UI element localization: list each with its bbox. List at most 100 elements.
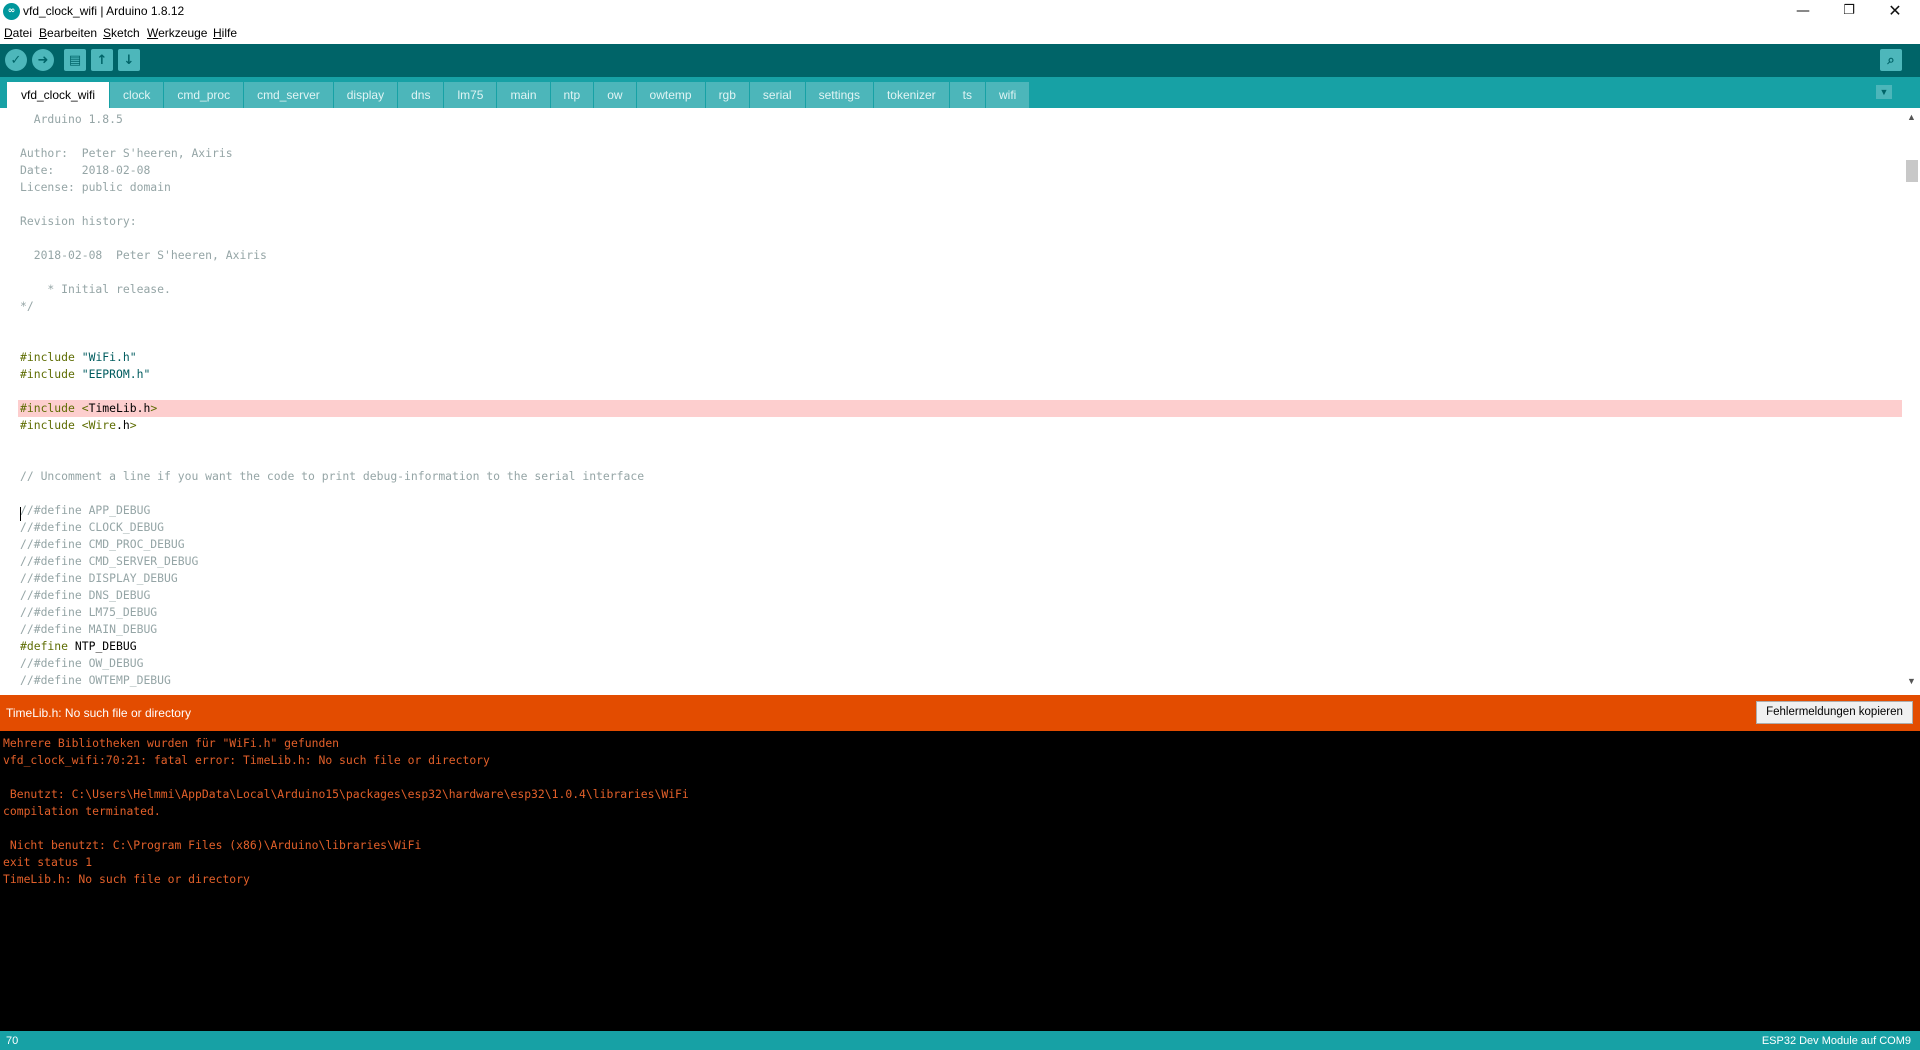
code-token: Arduino 1.8.5: [20, 112, 123, 126]
code-line: //#define CMD_PROC_DEBUG: [20, 536, 1902, 553]
tab-ts[interactable]: ts: [949, 82, 986, 108]
code-token: //#define CMD_SERVER_DEBUG: [20, 554, 199, 568]
menu-bearbeiten[interactable]: Bearbeiten: [39, 26, 97, 40]
console-line: Mehrere Bibliotheken wurden für "WiFi.h"…: [3, 736, 340, 750]
code-line: Author: Peter S'heeren, Axiris: [20, 145, 1902, 162]
tab-vfd-clock-wifi[interactable]: vfd_clock_wifi: [7, 82, 111, 108]
arrow-down-icon: ↓: [123, 52, 135, 68]
checkmark-icon: ✓: [10, 52, 22, 68]
code-line: License: public domain: [20, 179, 1902, 196]
code-token: <: [81, 401, 89, 415]
code-line: //#define APP_DEBUG: [20, 502, 1902, 519]
verify-button[interactable]: ✓: [5, 49, 27, 71]
scrollbar-thumb[interactable]: [1906, 160, 1918, 182]
error-message: TimeLib.h: No such file or directory: [6, 706, 191, 720]
new-sketch-button[interactable]: ▤: [64, 49, 86, 71]
code-line: //#define OW_DEBUG: [20, 655, 1902, 672]
magnifier-icon: ⌕: [1887, 52, 1895, 68]
code-token: #include: [20, 401, 82, 415]
close-button[interactable]: ✕: [1872, 0, 1918, 22]
code-line: #include "WiFi.h": [20, 349, 1902, 366]
tab-serial[interactable]: serial: [749, 82, 806, 108]
tab-rgb[interactable]: rgb: [705, 82, 750, 108]
copy-errors-button[interactable]: Fehlermeldungen kopieren: [1756, 701, 1913, 724]
code-token: * Initial release.: [20, 282, 171, 296]
code-token: <: [81, 418, 89, 432]
maximize-button[interactable]: ❐: [1826, 0, 1872, 22]
code-token: //#define OW_DEBUG: [20, 656, 144, 670]
code-token: "WiFi.h": [81, 350, 137, 364]
code-token: .h: [116, 418, 130, 432]
tab-cmd-server[interactable]: cmd_server: [244, 82, 334, 108]
open-sketch-button[interactable]: ↑: [91, 49, 113, 71]
tab-cmd-proc[interactable]: cmd_proc: [164, 82, 245, 108]
code-line: 2018-02-08 Peter S'heeren, Axiris: [20, 247, 1902, 264]
code-line: // Uncomment a line if you want the code…: [20, 468, 1902, 485]
console-output[interactable]: Mehrere Bibliotheken wurden für "WiFi.h"…: [0, 731, 1920, 1031]
scroll-up-icon[interactable]: ▲: [1907, 112, 1916, 122]
code-token: #include: [20, 418, 82, 432]
menu-bar: Datei Bearbeiten Sketch Werkzeuge Hilfe: [0, 24, 1920, 45]
code-line: #include <Wire.h>: [20, 417, 1902, 434]
toolbar: ✓ ➜ ▤ ↑ ↓ ⌕: [0, 44, 1920, 77]
tab-menu-chevron-down-icon[interactable]: ▼: [1876, 85, 1892, 99]
code-editor[interactable]: Arduino 1.8.5 Author: Peter S'heeren, Axi…: [0, 108, 1904, 694]
code-line: #include <TimeLib.h>: [18, 400, 1902, 417]
console-text: Mehrere Bibliotheken wurden für "WiFi.h"…: [3, 735, 689, 888]
menu-hilfe[interactable]: Hilfe: [213, 26, 237, 40]
tab-ow[interactable]: ow: [594, 82, 637, 108]
console-line: vfd_clock_wifi:70:21: fatal error: TimeL…: [3, 753, 490, 767]
tab-settings[interactable]: settings: [805, 82, 874, 108]
tab-clock[interactable]: clock: [110, 82, 165, 108]
code-line: //#define CLOCK_DEBUG: [20, 519, 1902, 536]
tab-wifi[interactable]: wifi: [986, 82, 1031, 108]
code-token: //#define APP_DEBUG: [20, 503, 151, 517]
tab-lm75[interactable]: lm75: [444, 82, 498, 108]
tab-dns[interactable]: dns: [398, 82, 445, 108]
code-token: //#define DISPLAY_DEBUG: [20, 571, 178, 585]
sketch-tabs: vfd_clock_wifi clock cmd_proc cmd_server dis…: [7, 82, 1031, 108]
upload-button[interactable]: ➜: [32, 49, 54, 71]
code-token: Revision history:: [20, 214, 137, 228]
code-token: NTP_DEBUG: [74, 639, 137, 653]
code-token: */: [20, 299, 34, 313]
menu-sketch[interactable]: Sketch: [103, 26, 140, 40]
tab-main[interactable]: main: [497, 82, 551, 108]
code-token: #include: [20, 367, 82, 381]
code-line: //#define CMD_SERVER_DEBUG: [20, 553, 1902, 570]
arduino-logo-icon: ∞: [3, 3, 20, 20]
code-token: //#define CLOCK_DEBUG: [20, 520, 165, 534]
line-number: 70: [6, 1035, 19, 1047]
tab-display[interactable]: display: [333, 82, 399, 108]
text-caret: [20, 507, 21, 521]
scroll-down-icon[interactable]: ▼: [1907, 676, 1916, 686]
editor-scrollbar[interactable]: [1904, 108, 1920, 694]
code-token: //#define LM75_DEBUG: [20, 605, 158, 619]
tab-ntp[interactable]: ntp: [550, 82, 595, 108]
code-token: //#define DNS_DEBUG: [20, 588, 151, 602]
menu-werkzeuge[interactable]: Werkzeuge: [147, 26, 207, 40]
serial-monitor-button[interactable]: ⌕: [1880, 49, 1902, 71]
save-sketch-button[interactable]: ↓: [118, 49, 140, 71]
code-token: Date: 2018-02-08: [20, 163, 151, 177]
code-line: * Initial release.: [20, 281, 1902, 298]
minimize-button[interactable]: —: [1780, 0, 1826, 22]
code-token: Author: Peter S'heeren, Axiris: [20, 146, 233, 160]
tab-tokenizer[interactable]: tokenizer: [873, 82, 950, 108]
tab-owtemp[interactable]: owtemp: [636, 82, 706, 108]
window-title: vfd_clock_wifi | Arduino 1.8.12: [23, 4, 185, 18]
menu-datei[interactable]: Datei: [4, 26, 32, 40]
code-line: //#define MAIN_DEBUG: [20, 621, 1902, 638]
code-token: >: [129, 418, 137, 432]
arrow-up-icon: ↑: [96, 52, 108, 68]
code-line: //#define DNS_DEBUG: [20, 587, 1902, 604]
code-line: Date: 2018-02-08: [20, 162, 1902, 179]
code-token: //#define MAIN_DEBUG: [20, 622, 158, 636]
